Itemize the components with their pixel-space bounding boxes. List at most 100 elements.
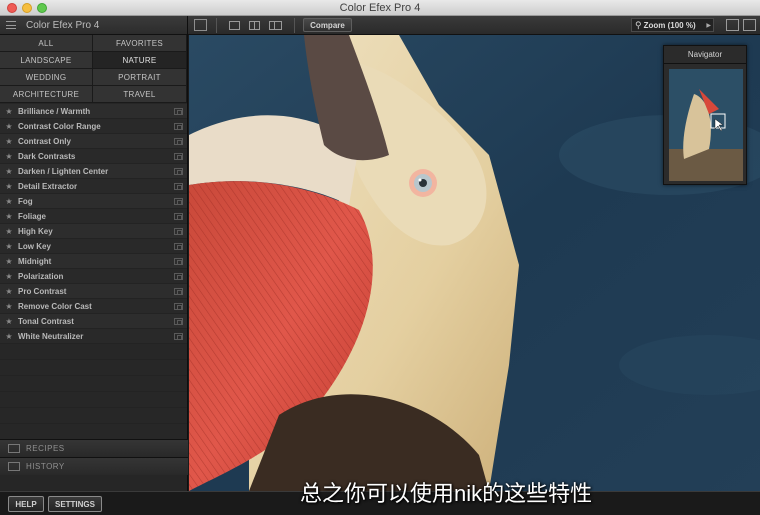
- filter-label: Low Key: [18, 241, 51, 251]
- filter-presets-icon[interactable]: [174, 153, 183, 160]
- filter-item[interactable]: ★ Dark Contrasts: [0, 149, 187, 164]
- filter-presets-icon[interactable]: [174, 333, 183, 340]
- settings-button[interactable]: SETTINGS: [48, 496, 102, 512]
- favorite-star-icon[interactable]: ★: [0, 257, 18, 266]
- filter-presets-icon[interactable]: [174, 258, 183, 265]
- sidebar-header: Color Efex Pro 4: [0, 16, 187, 35]
- window-title: Color Efex Pro 4: [339, 2, 421, 14]
- filter-item[interactable]: ★ Detail Extractor: [0, 179, 187, 194]
- filter-item[interactable]: ★ Foliage: [0, 209, 187, 224]
- side-by-side-view-icon[interactable]: [269, 21, 282, 30]
- filter-label: Tonal Contrast: [18, 316, 74, 326]
- filter-label: Foliage: [18, 211, 47, 221]
- filter-label: Polarization: [18, 271, 64, 281]
- recipes-label: RECIPES: [26, 444, 65, 453]
- help-button[interactable]: HELP: [8, 496, 44, 512]
- magnifier-icon: ⚲: [635, 19, 642, 30]
- menu-icon[interactable]: [6, 21, 16, 29]
- favorite-star-icon[interactable]: ★: [0, 167, 18, 176]
- window-titlebar: Color Efex Pro 4: [0, 0, 760, 16]
- favorite-star-icon[interactable]: ★: [0, 152, 18, 161]
- favorite-star-icon[interactable]: ★: [0, 107, 18, 116]
- filter-item[interactable]: ★ Contrast Color Range: [0, 119, 187, 134]
- favorite-star-icon[interactable]: ★: [0, 302, 18, 311]
- favorite-star-icon[interactable]: ★: [0, 227, 18, 236]
- favorite-star-icon[interactable]: ★: [0, 332, 18, 341]
- filter-presets-icon[interactable]: [174, 168, 183, 175]
- filter-presets-icon[interactable]: [174, 303, 183, 310]
- zoom-dropdown[interactable]: ⚲ Zoom (100 %) ▶: [631, 18, 714, 32]
- filter-item[interactable]: ★ Polarization: [0, 269, 187, 284]
- category-tab-favorites[interactable]: FAVORITES: [93, 35, 187, 52]
- category-tab-travel[interactable]: TRAVEL: [93, 86, 187, 103]
- filter-presets-icon[interactable]: [174, 228, 183, 235]
- favorite-star-icon[interactable]: ★: [0, 182, 18, 191]
- loupe-icon[interactable]: [726, 19, 739, 31]
- filter-label: Detail Extractor: [18, 181, 78, 191]
- favorite-star-icon[interactable]: ★: [0, 197, 18, 206]
- filter-presets-icon[interactable]: [174, 243, 183, 250]
- filter-item[interactable]: ★ Low Key: [0, 239, 187, 254]
- filter-sidebar: Color Efex Pro 4 ALL FAVORITES LANDSCAPE NA…: [0, 16, 188, 491]
- category-tab-landscape[interactable]: LANDSCAPE: [0, 52, 93, 69]
- filter-presets-icon[interactable]: [174, 213, 183, 220]
- filter-presets-icon[interactable]: [174, 318, 183, 325]
- app-name: Color Efex Pro 4: [26, 19, 100, 31]
- compare-button[interactable]: Compare: [303, 18, 352, 32]
- filter-item[interactable]: ★ White Neutralizer: [0, 329, 187, 344]
- filter-list: ★ Brilliance / Warmth ★ Contrast Color Rang…: [0, 104, 187, 344]
- navigator-title: Navigator: [664, 46, 746, 64]
- filter-item[interactable]: ★ Brilliance / Warmth: [0, 104, 187, 119]
- favorite-star-icon[interactable]: ★: [0, 212, 18, 221]
- filter-presets-icon[interactable]: [174, 123, 183, 130]
- category-tab-architecture[interactable]: ARCHITECTURE: [0, 86, 93, 103]
- filter-label: Remove Color Cast: [18, 301, 92, 311]
- history-section[interactable]: HISTORY: [0, 457, 188, 475]
- toolbar-divider: [216, 18, 217, 33]
- dropdown-arrow-icon: ▶: [706, 23, 711, 29]
- filter-label: Pro Contrast: [18, 286, 67, 296]
- filter-presets-icon[interactable]: [174, 288, 183, 295]
- filter-item[interactable]: ★ Darken / Lighten Center: [0, 164, 187, 179]
- split-view-icon[interactable]: [249, 21, 260, 30]
- filter-item[interactable]: ★ Contrast Only: [0, 134, 187, 149]
- filter-item[interactable]: ★ Remove Color Cast: [0, 299, 187, 314]
- filter-item[interactable]: ★ Fog: [0, 194, 187, 209]
- filter-presets-icon[interactable]: [174, 198, 183, 205]
- favorite-star-icon[interactable]: ★: [0, 137, 18, 146]
- filter-presets-icon[interactable]: [174, 138, 183, 145]
- favorite-star-icon[interactable]: ★: [0, 317, 18, 326]
- toggle-panel-icon[interactable]: [743, 19, 756, 31]
- filter-label: Contrast Only: [18, 136, 71, 146]
- history-label: HISTORY: [26, 462, 65, 471]
- filter-presets-icon[interactable]: [174, 183, 183, 190]
- filter-item[interactable]: ★ Pro Contrast: [0, 284, 187, 299]
- filter-label: Fog: [18, 196, 33, 206]
- category-tab-portrait[interactable]: PORTRAIT: [93, 69, 187, 86]
- filter-label: Midnight: [18, 256, 52, 266]
- category-tab-nature[interactable]: NATURE: [93, 52, 187, 69]
- category-grid: ALL FAVORITES LANDSCAPE NATURE WEDDING PORTRA…: [0, 35, 187, 103]
- toggle-sidebar-icon[interactable]: [194, 19, 207, 31]
- favorite-star-icon[interactable]: ★: [0, 272, 18, 281]
- filter-label: Dark Contrasts: [18, 151, 76, 161]
- history-icon: [8, 462, 20, 471]
- favorite-star-icon[interactable]: ★: [0, 242, 18, 251]
- recipes-section[interactable]: RECIPES: [0, 439, 188, 457]
- favorite-star-icon[interactable]: ★: [0, 287, 18, 296]
- category-tab-all[interactable]: ALL: [0, 35, 93, 52]
- filter-item[interactable]: ★ Midnight: [0, 254, 187, 269]
- filter-presets-icon[interactable]: [174, 108, 183, 115]
- view-toolbar: Compare ⚲ Zoom (100 %) ▶: [188, 16, 760, 35]
- navigator-thumbnail[interactable]: [669, 69, 743, 181]
- filter-label: White Neutralizer: [18, 331, 84, 341]
- favorite-star-icon[interactable]: ★: [0, 122, 18, 131]
- category-tab-wedding[interactable]: WEDDING: [0, 69, 93, 86]
- filter-presets-icon[interactable]: [174, 273, 183, 280]
- single-view-icon[interactable]: [229, 21, 240, 30]
- navigator-panel[interactable]: Navigator: [663, 45, 747, 185]
- zoom-label: Zoom (100 %): [643, 20, 696, 30]
- filter-item[interactable]: ★ Tonal Contrast: [0, 314, 187, 329]
- filter-item[interactable]: ★ High Key: [0, 224, 187, 239]
- recipes-icon: [8, 444, 20, 453]
